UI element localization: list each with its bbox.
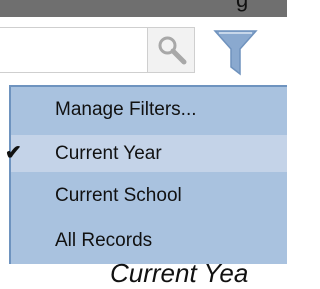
filter-dropdown-menu: Manage Filters... ✔ Current Year Current… [5, 85, 287, 264]
top-strip: g [0, 0, 287, 17]
filter-icon [213, 30, 258, 76]
filter-button[interactable] [198, 22, 287, 82]
menu-item-manage-filters[interactable]: Manage Filters... [11, 91, 287, 128]
toolbar [0, 17, 287, 85]
search-button[interactable] [147, 27, 195, 73]
menu-item-current-school[interactable]: Current School [11, 177, 287, 214]
menu-item-current-year[interactable]: ✔ Current Year [5, 135, 287, 172]
search-input[interactable] [0, 27, 148, 73]
menu-item-label: Current School [55, 185, 182, 206]
menu-item-label: Current Year [55, 143, 162, 164]
menu-item-all-records[interactable]: All Records [11, 222, 287, 259]
menu-item-label: All Records [55, 230, 153, 251]
search-icon [158, 36, 187, 65]
header-partial-text: g [236, 0, 248, 13]
checkmark-icon: ✔ [5, 142, 22, 164]
menu-item-label: Manage Filters... [55, 99, 197, 120]
